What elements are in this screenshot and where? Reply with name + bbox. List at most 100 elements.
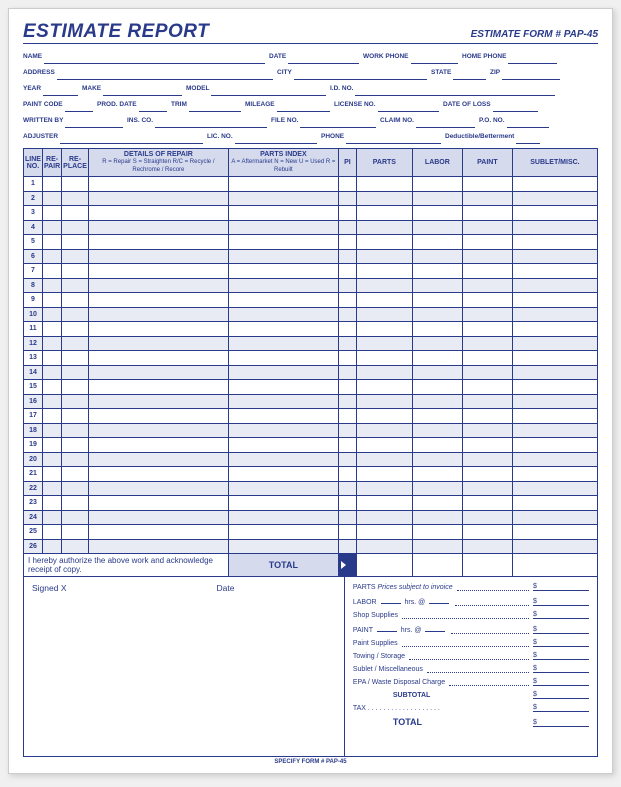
cell[interactable] [462,394,512,409]
cell[interactable] [42,293,61,308]
cell[interactable] [462,249,512,264]
cell[interactable] [356,177,412,192]
cell[interactable] [62,467,89,482]
cell[interactable] [62,438,89,453]
cell[interactable] [88,307,228,322]
cell[interactable] [88,278,228,293]
cell[interactable] [462,307,512,322]
cell[interactable] [62,293,89,308]
cell[interactable] [356,264,412,279]
field-paint-code[interactable]: PAINT CODE [23,98,93,112]
cell[interactable] [88,481,228,496]
cell[interactable] [42,467,61,482]
cell[interactable] [228,336,338,351]
cell[interactable] [462,177,512,192]
cell[interactable] [462,423,512,438]
cell[interactable] [356,423,412,438]
cell[interactable] [412,177,462,192]
cell[interactable] [512,365,597,380]
cell[interactable] [338,206,356,221]
cell[interactable] [338,307,356,322]
cell[interactable] [228,438,338,453]
cell[interactable] [412,220,462,235]
cell[interactable] [88,336,228,351]
cell[interactable] [88,235,228,250]
cell[interactable] [338,481,356,496]
cell[interactable] [412,365,462,380]
cell[interactable] [512,235,597,250]
cell[interactable] [356,351,412,366]
cell[interactable] [62,191,89,206]
cell[interactable] [338,249,356,264]
cell[interactable] [62,235,89,250]
cell[interactable] [62,264,89,279]
cell[interactable] [412,481,462,496]
cell[interactable] [412,409,462,424]
cell[interactable] [228,220,338,235]
cell[interactable] [42,249,61,264]
field-model[interactable]: MODEL [186,82,326,96]
cell[interactable] [462,409,512,424]
cell[interactable] [42,510,61,525]
cell[interactable] [462,220,512,235]
cell[interactable] [338,191,356,206]
cell[interactable] [356,409,412,424]
cell[interactable] [512,249,597,264]
cell[interactable] [42,539,61,554]
field-make[interactable]: MAKE [82,82,182,96]
cell[interactable] [462,380,512,395]
cell[interactable] [228,206,338,221]
cell[interactable] [462,322,512,337]
cell[interactable] [462,191,512,206]
cell[interactable] [338,496,356,511]
field-i-d-no-[interactable]: I.D. NO. [330,82,555,96]
cell[interactable] [412,293,462,308]
cell[interactable] [412,380,462,395]
cell[interactable] [88,380,228,395]
cell[interactable] [356,293,412,308]
cell[interactable] [62,525,89,540]
cell[interactable] [512,452,597,467]
cell[interactable] [42,235,61,250]
cell[interactable] [228,525,338,540]
cell[interactable] [88,438,228,453]
cell[interactable] [462,278,512,293]
cell[interactable] [88,322,228,337]
cell[interactable] [228,539,338,554]
cell[interactable] [88,496,228,511]
amount-field[interactable] [533,583,589,591]
field-phone[interactable]: PHONE [321,130,441,144]
cell[interactable] [62,539,89,554]
tax-amount[interactable] [533,704,589,712]
cell[interactable] [88,423,228,438]
cell[interactable] [356,510,412,525]
cell[interactable] [338,235,356,250]
cell[interactable] [356,496,412,511]
cell[interactable] [412,452,462,467]
cell[interactable] [512,307,597,322]
amount-field[interactable] [533,611,589,619]
cell[interactable] [228,351,338,366]
cell[interactable] [62,481,89,496]
total-labor[interactable] [412,554,462,577]
cell[interactable] [512,525,597,540]
grand-total-amount[interactable] [533,719,589,727]
cell[interactable] [42,481,61,496]
cell[interactable] [356,525,412,540]
cell[interactable] [462,496,512,511]
cell[interactable] [42,264,61,279]
cell[interactable] [62,394,89,409]
cell[interactable] [338,380,356,395]
cell[interactable] [462,351,512,366]
cell[interactable] [88,409,228,424]
cell[interactable] [228,394,338,409]
cell[interactable] [62,307,89,322]
cell[interactable] [462,336,512,351]
cell[interactable] [356,452,412,467]
cell[interactable] [42,365,61,380]
cell[interactable] [356,235,412,250]
cell[interactable] [338,264,356,279]
cell[interactable] [462,525,512,540]
cell[interactable] [62,409,89,424]
cell[interactable] [42,278,61,293]
